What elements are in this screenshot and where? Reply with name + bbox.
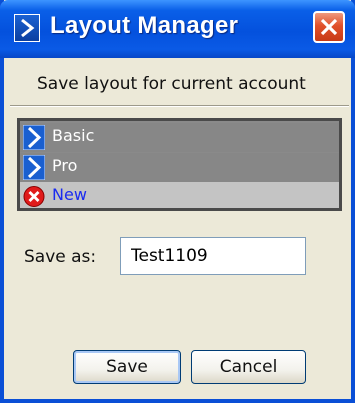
save-as-input[interactable] xyxy=(120,237,306,275)
close-icon xyxy=(320,18,338,36)
separator xyxy=(10,105,349,107)
red-x-icon xyxy=(23,186,45,207)
cancel-button[interactable]: Cancel xyxy=(191,350,306,384)
layout-list[interactable]: Basic Pro New xyxy=(17,118,342,211)
list-item-new[interactable]: New xyxy=(20,182,339,208)
list-item-label: New xyxy=(52,185,87,204)
layout-manager-dialog: Layout Manager Save layout for current a… xyxy=(0,0,355,403)
window-title: Layout Manager xyxy=(50,12,239,39)
title-bar[interactable]: Layout Manager xyxy=(0,0,355,58)
save-as-label: Save as: xyxy=(24,247,97,267)
save-prompt-text: Save layout for current account xyxy=(37,74,306,94)
save-button[interactable]: Save xyxy=(73,350,181,384)
list-item-label: Basic xyxy=(52,126,95,145)
list-item-basic[interactable]: Basic xyxy=(20,123,339,152)
list-item-pro[interactable]: Pro xyxy=(20,153,339,182)
close-button[interactable] xyxy=(313,11,345,43)
app-chevron-icon xyxy=(14,14,40,42)
chevron-right-icon xyxy=(23,155,45,180)
chevron-right-icon xyxy=(23,125,45,150)
list-item-label: Pro xyxy=(52,156,78,175)
